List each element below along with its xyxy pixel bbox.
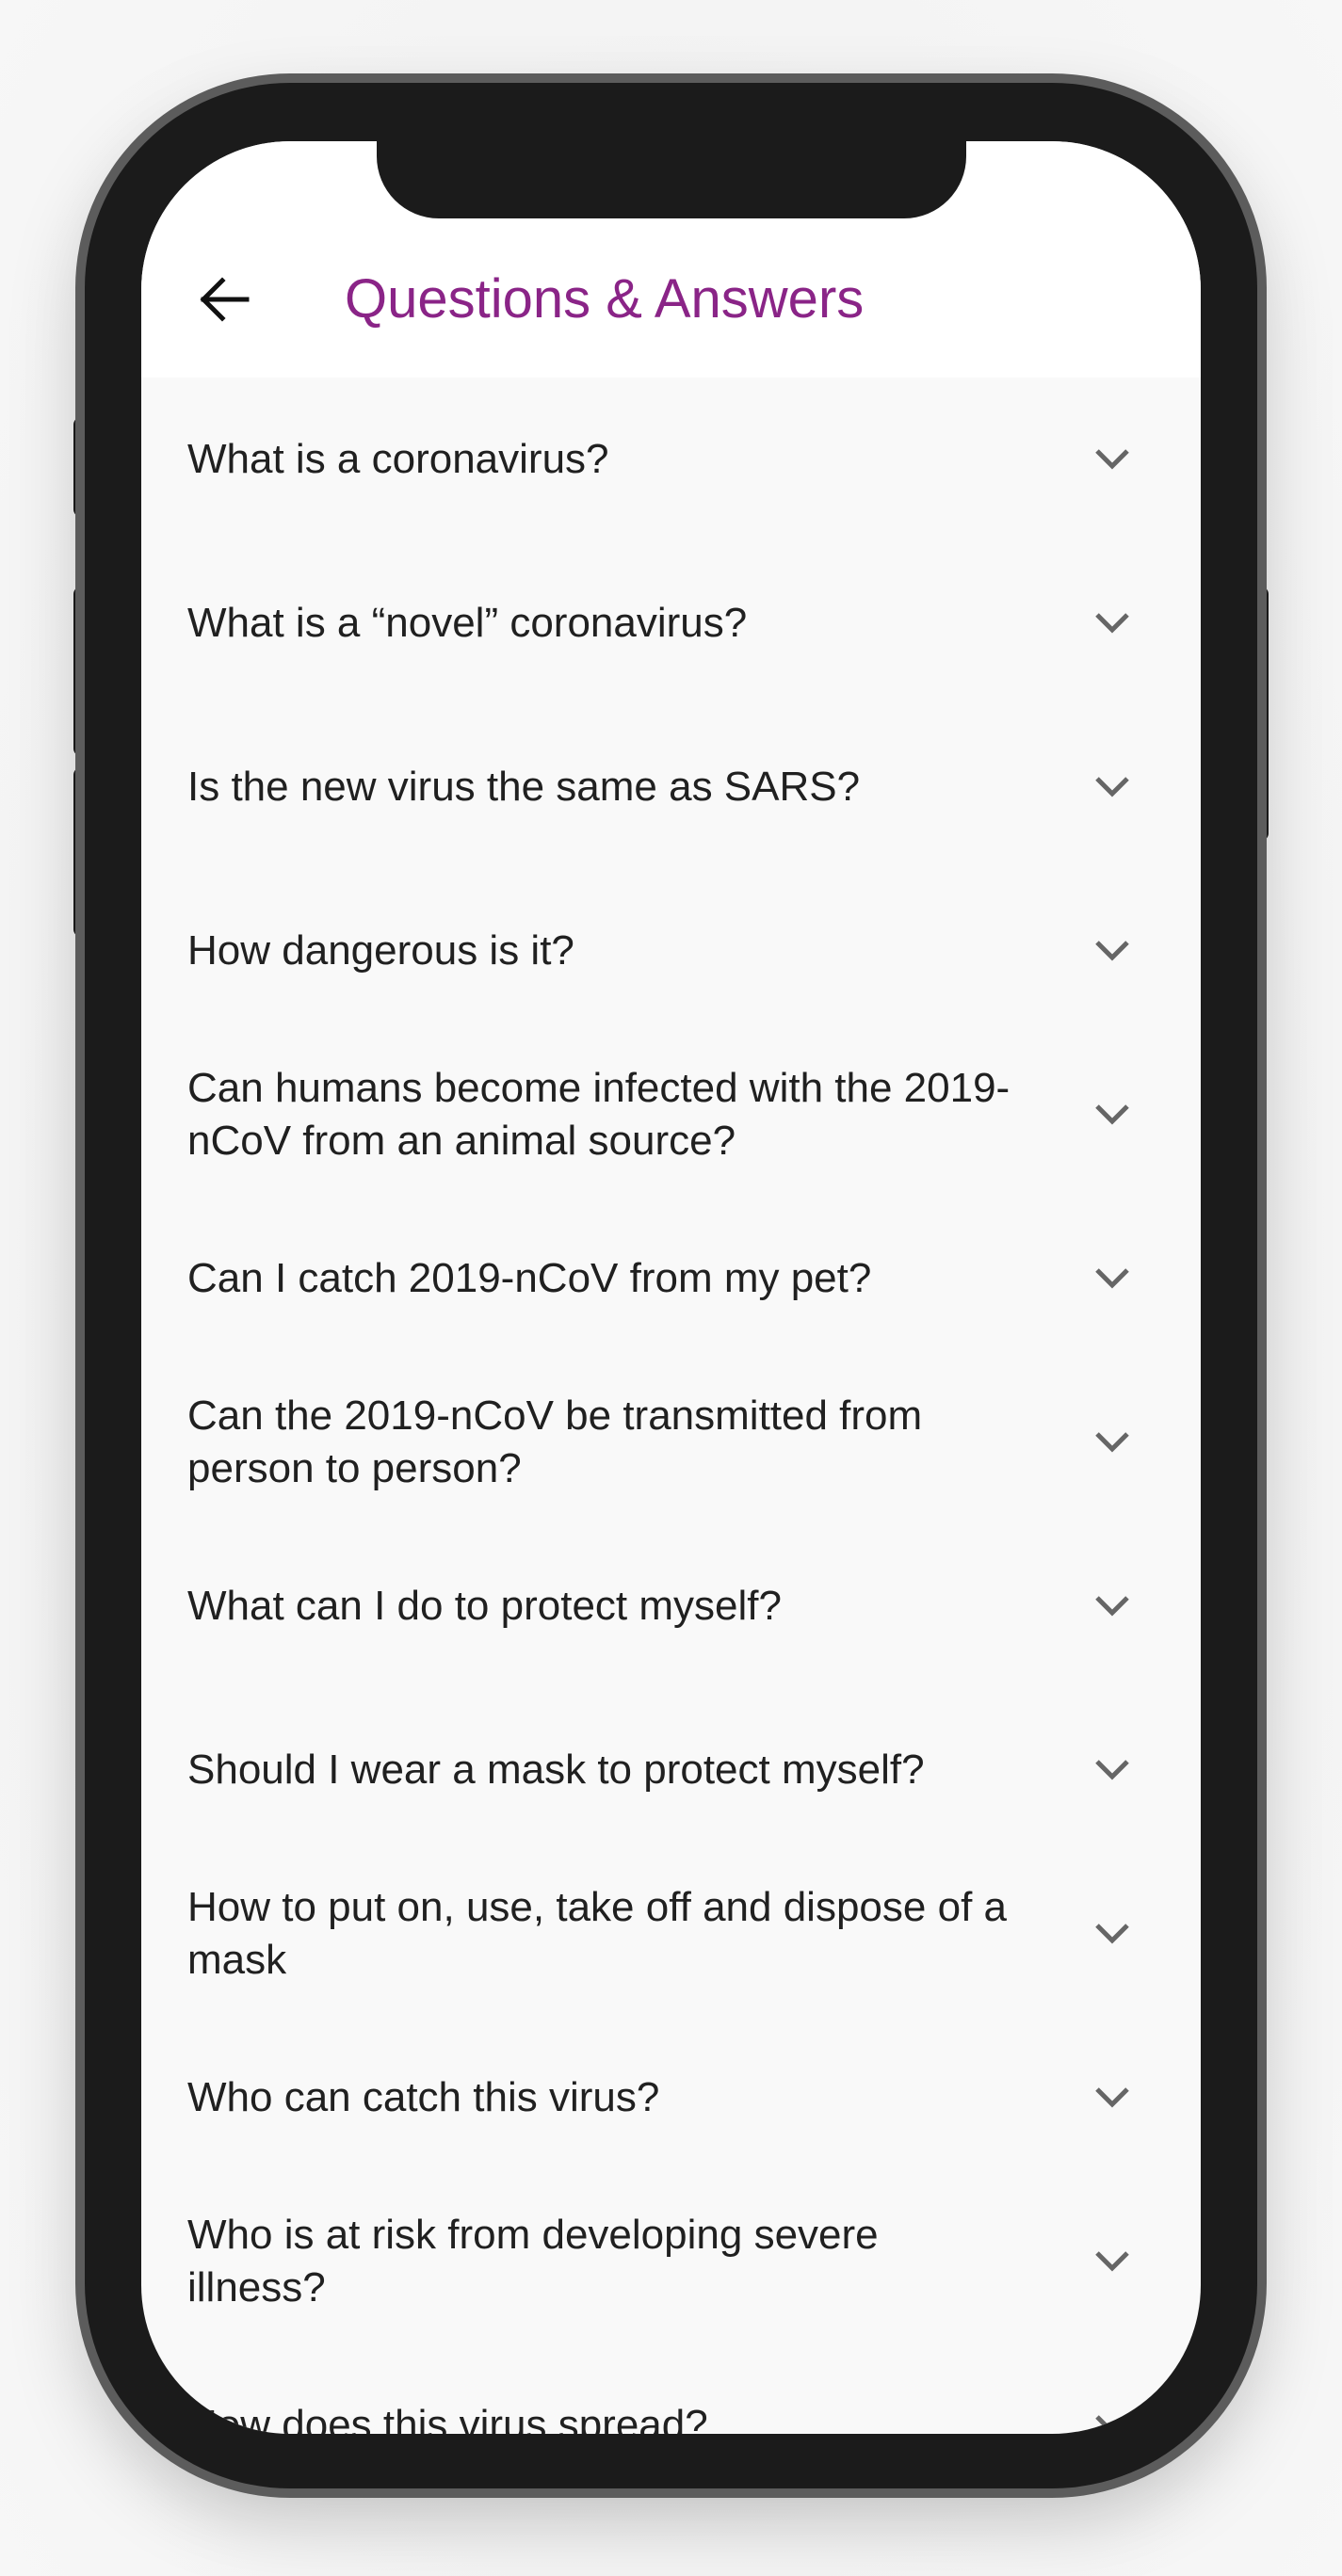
faq-item[interactable]: Who is at risk from developing severe il…: [141, 2180, 1201, 2343]
faq-item[interactable]: What is a “novel” coronavirus?: [141, 541, 1201, 705]
faq-question: Can the 2019-nCoV be transmitted from pe…: [187, 1393, 923, 1491]
chevron-down-icon[interactable]: [1089, 1747, 1136, 1794]
faq-item[interactable]: What is a coronavirus?: [141, 378, 1201, 541]
chevron-down-icon[interactable]: [1089, 1583, 1136, 1630]
phone-notch: [377, 132, 966, 218]
chevron-down-icon[interactable]: [1089, 1419, 1136, 1466]
chevron-down-icon[interactable]: [1089, 600, 1136, 647]
chevron-down-icon[interactable]: [1089, 1091, 1136, 1138]
chevron-down-icon[interactable]: [1089, 1255, 1136, 1302]
chevron-down-icon[interactable]: [1089, 764, 1136, 811]
arrow-left-icon: [200, 277, 250, 322]
faq-question: Should I wear a mask to protect myself?: [187, 1747, 925, 1793]
faq-item[interactable]: How to put on, use, take off and dispose…: [141, 1852, 1201, 2016]
chevron-down-icon[interactable]: [1089, 927, 1136, 974]
chevron-down-icon[interactable]: [1089, 2402, 1136, 2434]
faq-item[interactable]: Should I wear a mask to protect myself?: [141, 1688, 1201, 1852]
faq-item[interactable]: Who can catch this virus?: [141, 2016, 1201, 2180]
faq-item[interactable]: What can I do to protect myself?: [141, 1524, 1201, 1688]
back-button[interactable]: [186, 269, 262, 330]
faq-question: What is a “novel” coronavirus?: [187, 600, 748, 646]
faq-item[interactable]: How dangerous is it?: [141, 869, 1201, 1033]
faq-question: Can I catch 2019-nCoV from my pet?: [187, 1255, 872, 1301]
faq-question: How does this virus spread?: [187, 2402, 708, 2434]
chevron-down-icon[interactable]: [1089, 436, 1136, 483]
faq-item[interactable]: Can I catch 2019-nCoV from my pet?: [141, 1197, 1201, 1360]
faq-question: What is a coronavirus?: [187, 436, 609, 482]
chevron-down-icon[interactable]: [1089, 2238, 1136, 2285]
faq-question: How dangerous is it?: [187, 927, 574, 974]
faq-question: What can I do to protect myself?: [187, 1583, 782, 1629]
page-title: Questions & Answers: [345, 268, 865, 330]
faq-question: Who is at risk from developing severe il…: [187, 2212, 879, 2310]
faq-item[interactable]: Can humans become infected with the 2019…: [141, 1033, 1201, 1197]
faq-question: Is the new virus the same as SARS?: [187, 764, 861, 810]
faq-item[interactable]: How does this virus spread?: [141, 2343, 1201, 2434]
faq-question: Who can catch this virus?: [187, 2074, 660, 2120]
faq-question: Can humans become infected with the 2019…: [187, 1065, 1011, 1164]
faq-list: What is a coronavirus? What is a “novel”…: [141, 378, 1201, 2434]
faq-question: How to put on, use, take off and dispose…: [187, 1884, 1007, 1983]
chevron-down-icon[interactable]: [1089, 1910, 1136, 1957]
faq-item[interactable]: Is the new virus the same as SARS?: [141, 705, 1201, 869]
chevron-down-icon[interactable]: [1089, 2074, 1136, 2121]
faq-item[interactable]: Can the 2019-nCoV be transmitted from pe…: [141, 1360, 1201, 1524]
app-screen: Questions & Answers What is a coronaviru…: [141, 141, 1201, 2434]
